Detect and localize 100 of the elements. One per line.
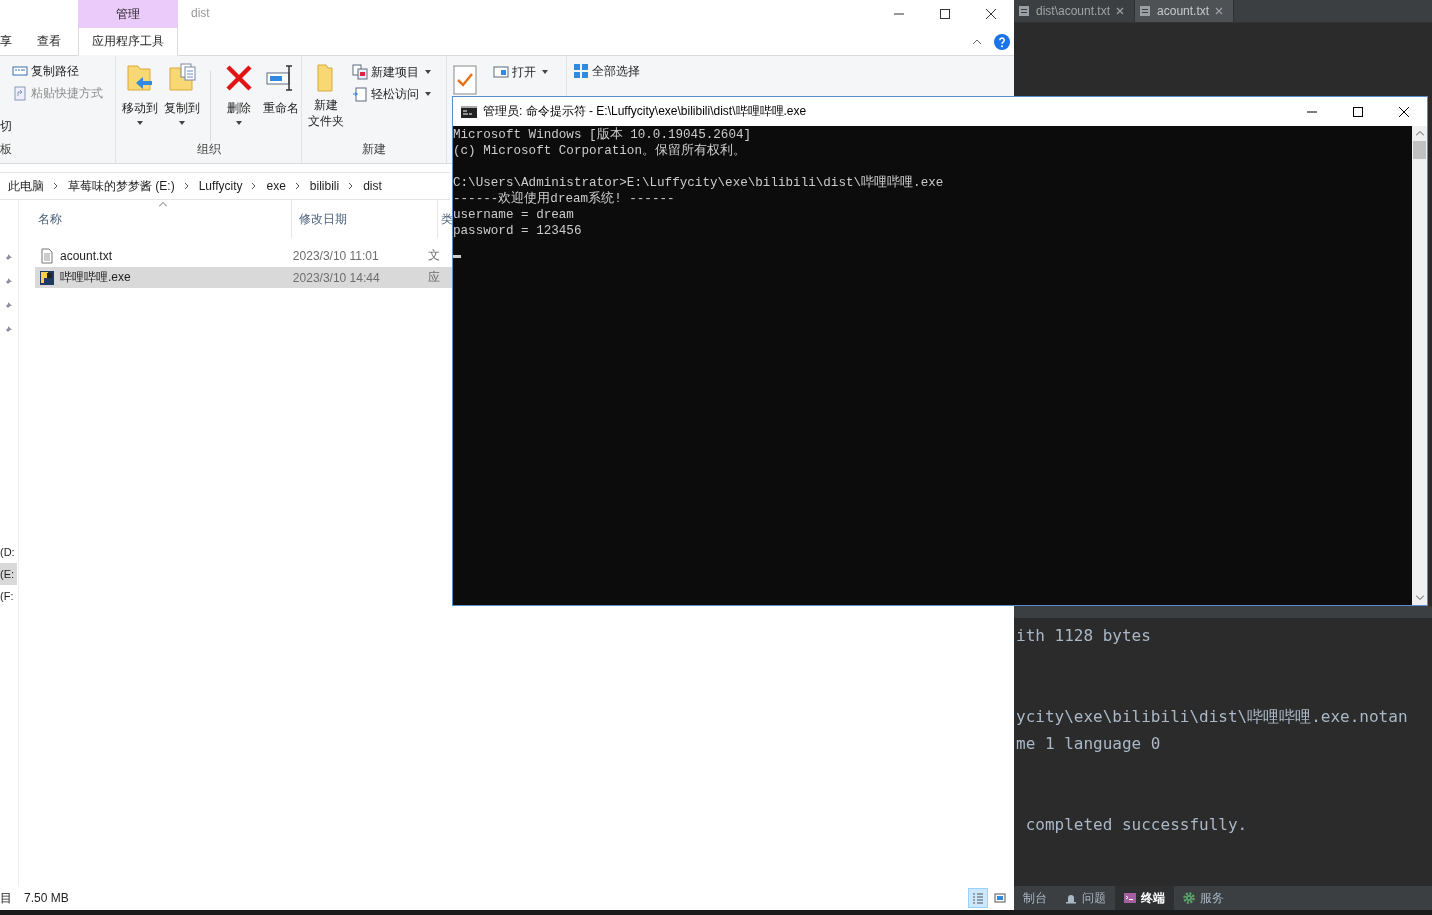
breadcrumb-item[interactable]: bilibili bbox=[309, 179, 340, 193]
console-line: ------欢迎使用dream系统! ------ bbox=[453, 191, 675, 207]
caret-icon bbox=[179, 121, 185, 125]
group-label: 板 bbox=[0, 141, 13, 158]
breadcrumb-item[interactable]: 草莓味的梦梦酱 (E:) bbox=[68, 177, 175, 195]
ribbon-tab[interactable]: 查看 bbox=[20, 28, 78, 55]
tool-tab[interactable]: 终端 bbox=[1115, 886, 1174, 910]
breadcrumb-item[interactable]: Luffycity bbox=[198, 179, 243, 193]
ribbon-button[interactable]: 删除 bbox=[219, 61, 259, 125]
chevron-right-icon[interactable] bbox=[348, 182, 355, 190]
window-icon bbox=[493, 64, 509, 80]
scroll-up-icon[interactable] bbox=[1415, 131, 1424, 136]
close-icon[interactable] bbox=[1215, 7, 1224, 15]
terminal-line: ith 1128 bytes bbox=[1015, 625, 1152, 647]
file-date: 2023/3/10 14:44 bbox=[292, 270, 380, 285]
window-title: 管理员: 命令提示符 - E:\Luffycity\exe\bilibili\dist\哔哩哔哩.exe bbox=[483, 103, 807, 120]
ribbon-small-button[interactable]: 新建项目 bbox=[352, 63, 431, 81]
ribbon-small-button[interactable]: 轻松访问 bbox=[352, 85, 431, 103]
view-toggle-button[interactable] bbox=[968, 888, 988, 908]
file-type: 文 bbox=[427, 247, 440, 264]
close-icon bbox=[986, 9, 996, 19]
file-type: 应 bbox=[427, 269, 440, 286]
python-app-icon bbox=[39, 269, 55, 286]
maximize-icon bbox=[940, 9, 950, 19]
caret-icon bbox=[542, 70, 548, 74]
text-file-icon bbox=[39, 247, 55, 264]
console-line: password = 123456 bbox=[453, 223, 582, 239]
column-header[interactable]: 修改日期 bbox=[296, 210, 347, 228]
console-icon bbox=[461, 105, 477, 118]
details-view-icon bbox=[972, 892, 984, 904]
tool-tab[interactable]: 服务 bbox=[1174, 886, 1233, 910]
ribbon-tab[interactable]: 应用程序工具 bbox=[78, 28, 178, 56]
file-name: acount.txt bbox=[60, 248, 113, 263]
breadcrumb-item[interactable]: dist bbox=[363, 179, 382, 193]
alert-light-icon bbox=[1065, 892, 1077, 904]
new-item-icon bbox=[352, 64, 368, 80]
caret-icon bbox=[236, 121, 242, 125]
terminal-icon bbox=[1124, 892, 1136, 904]
editor-tab[interactable]: acount.txt bbox=[1135, 0, 1235, 22]
tool-tab[interactable]: 制台 bbox=[1014, 886, 1056, 910]
ribbon-label[interactable]: 切 bbox=[0, 118, 12, 135]
chevron-right-icon[interactable] bbox=[294, 182, 301, 190]
large-icons-view-icon bbox=[994, 892, 1006, 904]
scroll-thumb[interactable] bbox=[1413, 141, 1426, 159]
file-name: 哔哩哔哩.exe bbox=[60, 269, 131, 286]
address-bar[interactable]: 此电脑 草莓味的梦梦酱 (E:) Luffycity exe bilibili dist bbox=[0, 172, 450, 200]
file-icon bbox=[1018, 5, 1030, 17]
path-icon bbox=[12, 63, 28, 79]
checkmark-document-icon[interactable] bbox=[453, 65, 477, 95]
new-folder-button[interactable]: 新建 文件夹 bbox=[306, 61, 346, 129]
scrollbar[interactable] bbox=[1412, 126, 1427, 605]
ribbon-tab[interactable]: 享 bbox=[0, 28, 20, 55]
drive-item[interactable]: (E: bbox=[0, 563, 17, 585]
column-header[interactable]: 名称 bbox=[35, 210, 62, 228]
text-cursor bbox=[453, 255, 461, 258]
total-size: 7.50 MB bbox=[24, 891, 69, 905]
ribbon-button[interactable]: 重命名 bbox=[261, 61, 301, 117]
ribbon-small-button[interactable]: 打开 bbox=[493, 63, 548, 81]
ribbon-button[interactable]: 复制到 bbox=[162, 61, 203, 125]
caret-icon bbox=[425, 92, 431, 96]
ribbon-button[interactable]: 移动到 bbox=[120, 61, 160, 125]
chevron-right-icon[interactable] bbox=[251, 182, 258, 190]
gear-icon bbox=[1183, 892, 1195, 904]
grid-icon bbox=[573, 63, 589, 79]
file-icon bbox=[1139, 5, 1152, 17]
file-date: 2023/3/10 11:01 bbox=[292, 248, 379, 263]
tool-tab[interactable]: 问题 bbox=[1056, 886, 1115, 910]
ribbon-small-button[interactable]: 复制路径 bbox=[12, 62, 79, 80]
document-icon bbox=[352, 86, 368, 102]
maximize-icon bbox=[1353, 106, 1363, 117]
console-line: username = dream bbox=[453, 207, 574, 223]
context-tab-label: 管理 bbox=[78, 0, 178, 28]
caret-icon bbox=[425, 70, 431, 74]
console-line: C:\Users\Administrator>E:\Luffycity\exe\bilibili\dist\哔哩哔哩.exe bbox=[453, 175, 944, 191]
window-title: dist bbox=[191, 5, 210, 22]
terminal-line: me 1 language 0 bbox=[1015, 733, 1162, 755]
caret-icon bbox=[137, 121, 143, 125]
drive-item[interactable]: (F: bbox=[0, 585, 17, 607]
close-icon[interactable] bbox=[1116, 7, 1125, 15]
file-row[interactable]: acount.txt 2023/3/10 11:01 文 bbox=[35, 245, 453, 266]
scroll-down-icon[interactable] bbox=[1415, 595, 1424, 600]
file-row[interactable]: 哔哩哔哩.exe 2023/3/10 14:44 应 bbox=[35, 267, 453, 288]
terminal-line: completed successfully. bbox=[1024, 814, 1249, 836]
console-line: (c) Microsoft Corporation。保留所有权利。 bbox=[453, 143, 746, 159]
group-label: 新建 bbox=[361, 141, 387, 158]
console-line: Microsoft Windows [版本 10.0.19045.2604] bbox=[453, 127, 752, 143]
shortcut-icon bbox=[12, 85, 28, 101]
terminal-line: ycity\exe\bilibili\dist\哔哩哔哩.exe.notan bbox=[1015, 706, 1409, 728]
chevron-right-icon[interactable] bbox=[183, 182, 190, 190]
folder-documents-icon bbox=[166, 62, 198, 94]
chevron-right-icon[interactable] bbox=[53, 182, 59, 190]
group-label: 组织 bbox=[195, 141, 222, 158]
drive-item[interactable]: (D: bbox=[0, 541, 17, 563]
breadcrumb-item[interactable]: 此电脑 bbox=[8, 177, 44, 195]
help-icon[interactable] bbox=[994, 33, 1010, 50]
breadcrumb-item[interactable]: exe bbox=[266, 179, 286, 193]
close-icon bbox=[1399, 106, 1409, 117]
item-count: 目 bbox=[0, 889, 12, 907]
column-header[interactable]: 类 bbox=[438, 210, 453, 228]
ribbon-small-button[interactable]: 全部选择 bbox=[573, 62, 640, 80]
